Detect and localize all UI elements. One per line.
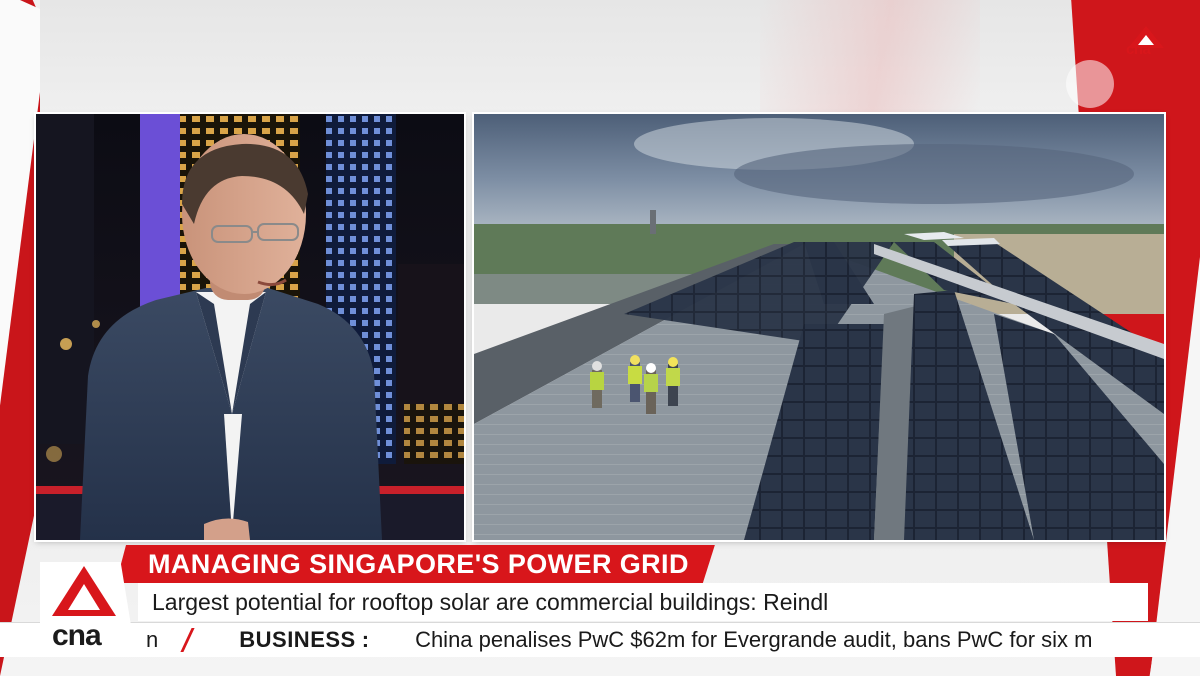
main-logo: cna: [40, 562, 136, 656]
headline-text: MANAGING SINGAPORE'S POWER GRID: [148, 548, 689, 579]
ticker-lead-fragment: n: [146, 627, 159, 652]
ticker-story: China penalises PwC $62m for Evergrande …: [415, 627, 1093, 652]
news-ticker: n BUSINESS : China penalises PwC $62m fo…: [0, 622, 1200, 657]
corner-logo: cna: [1126, 26, 1166, 74]
guest-video-panel: [36, 114, 464, 540]
b-roll-video-panel: [474, 114, 1164, 540]
guest-video-frame: [36, 114, 464, 540]
backdrop-pink-sheen: [760, 0, 980, 112]
subheadline-text: Largest potential for rooftop solar are …: [152, 588, 829, 615]
ticker-separator: :: [361, 627, 370, 652]
headline-banner: MANAGING SINGAPORE'S POWER GRID: [116, 545, 715, 583]
backdrop-grey-band-top: [40, 0, 1200, 112]
rooftop-solar-footage: [474, 114, 1164, 540]
ticker-category: BUSINESS: [239, 627, 356, 652]
ticker-divider: [180, 628, 195, 652]
cna-watermark-icon: [1066, 60, 1114, 108]
main-logo-text: cna: [52, 619, 102, 652]
cna-a-triangle-logo-icon: [52, 566, 116, 616]
corner-logo-text: cna: [1126, 41, 1151, 58]
subheadline-banner: Largest potential for rooftop solar are …: [138, 583, 1148, 621]
